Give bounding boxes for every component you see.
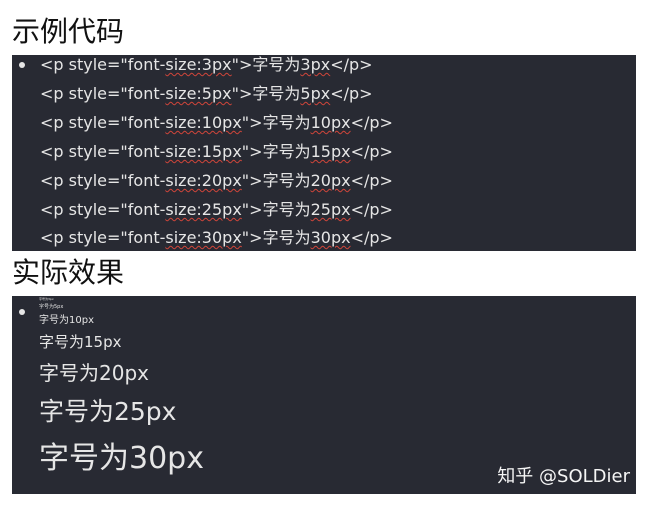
code-line: <p style="font-size:10px">字号为10px</p> <box>40 113 393 133</box>
code-text: ">字号为 <box>241 142 311 161</box>
code-text: <p style="font- <box>40 142 166 161</box>
code-text-underlined: 5px <box>300 84 331 103</box>
code-text: ">字号为 <box>241 113 311 132</box>
code-text-underlined: 3px <box>300 55 331 74</box>
code-text-underlined: size:3px <box>165 55 232 74</box>
code-text-underlined: size:5px <box>165 84 232 103</box>
code-text-underlined: size:25px <box>165 200 242 219</box>
code-text-underlined: size:30px <box>165 228 242 247</box>
code-text: <p style="font- <box>40 171 166 190</box>
bullet-icon <box>19 309 25 315</box>
code-text-underlined: size:10px <box>165 113 242 132</box>
code-text: </p> <box>350 171 393 190</box>
result-panel: 字号为3px 字号为5px 字号为10px 字号为15px 字号为20px 字号… <box>12 296 636 494</box>
code-text-underlined: size:15px <box>165 142 242 161</box>
code-text: </p> <box>330 55 373 74</box>
code-text: ">字号为 <box>231 55 301 74</box>
sample-text-20px: 字号为20px <box>39 361 149 385</box>
code-text: <p style="font- <box>40 55 166 74</box>
code-text: </p> <box>350 228 393 247</box>
code-text-underlined: 25px <box>310 200 351 219</box>
code-text: </p> <box>330 84 373 103</box>
heading-example-code: 示例代码 <box>12 15 125 48</box>
code-text: <p style="font- <box>40 113 166 132</box>
sample-text-30px: 字号为30px <box>39 441 204 476</box>
code-line: <p style="font-size:5px">字号为5px</p> <box>40 84 373 104</box>
code-line: <p style="font-size:30px">字号为30px</p> <box>40 228 393 248</box>
code-text: </p> <box>350 200 393 219</box>
sample-text-15px: 字号为15px <box>39 333 122 351</box>
watermark: 知乎 @SOLDier <box>497 466 630 487</box>
heading-actual-result: 实际效果 <box>12 256 125 289</box>
code-text: ">字号为 <box>241 200 311 219</box>
code-text: ">字号为 <box>231 84 301 103</box>
code-text-underlined: 15px <box>310 142 351 161</box>
code-text: </p> <box>350 142 393 161</box>
code-text: ">字号为 <box>241 228 311 247</box>
sample-text-25px: 字号为25px <box>39 397 177 426</box>
code-text: <p style="font- <box>40 228 166 247</box>
code-text-underlined: 20px <box>310 171 351 190</box>
code-text: <p style="font- <box>40 84 166 103</box>
code-text-underlined: 30px <box>310 228 351 247</box>
bullet-icon <box>19 62 25 68</box>
code-text: ">字号为 <box>241 171 311 190</box>
code-line: <p style="font-size:20px">字号为20px</p> <box>40 171 393 191</box>
code-panel: <p style="font-size:3px">字号为3px</p> <p s… <box>12 55 636 251</box>
code-text-underlined: 10px <box>310 113 351 132</box>
code-line: <p style="font-size:15px">字号为15px</p> <box>40 142 393 162</box>
code-line: <p style="font-size:25px">字号为25px</p> <box>40 200 393 220</box>
code-text: <p style="font- <box>40 200 166 219</box>
sample-text-10px: 字号为10px <box>39 315 94 326</box>
sample-text-3px: 字号为3px <box>39 297 54 301</box>
code-text-underlined: size:20px <box>165 171 242 190</box>
sample-text-5px: 字号为5px <box>39 304 64 310</box>
code-text: </p> <box>350 113 393 132</box>
code-line: <p style="font-size:3px">字号为3px</p> <box>40 55 373 75</box>
